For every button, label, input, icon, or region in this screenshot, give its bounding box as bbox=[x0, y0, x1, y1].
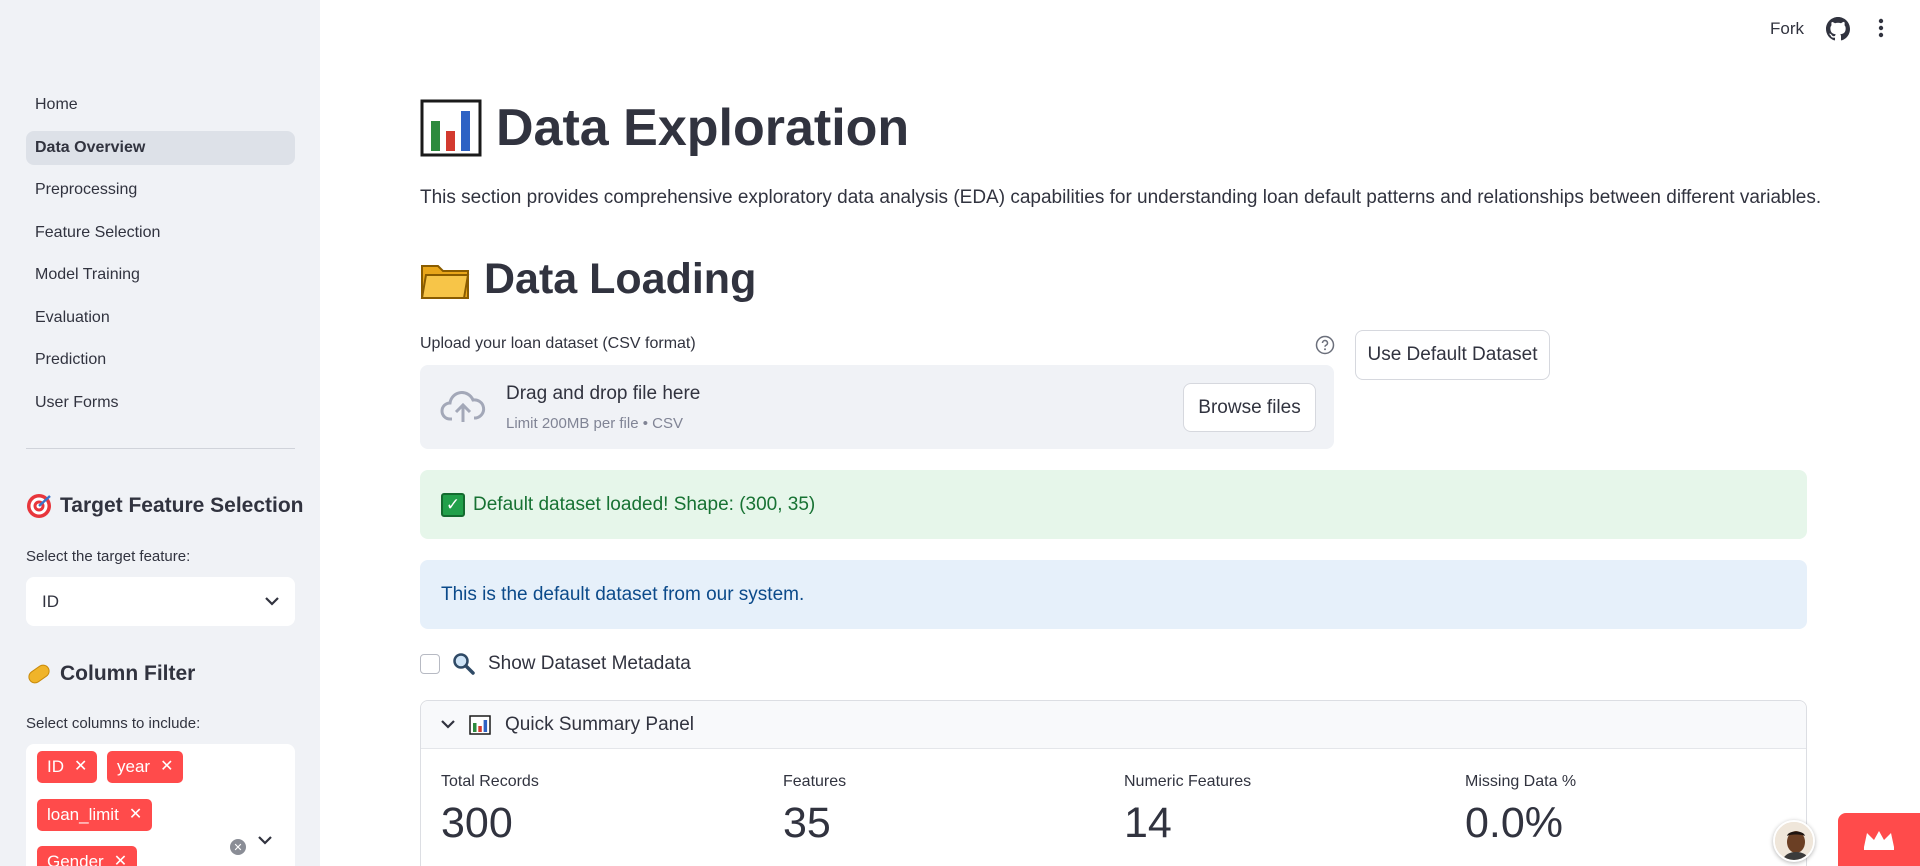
crown-icon bbox=[1864, 830, 1894, 850]
tag-label: year bbox=[117, 757, 151, 776]
metric-value: 300 bbox=[441, 799, 513, 847]
filter-label: Select columns to include: bbox=[26, 715, 201, 732]
nav-item-home[interactable]: Home bbox=[26, 88, 295, 122]
nav-item-model-training[interactable]: Model Training bbox=[26, 258, 295, 292]
tag-label: ID bbox=[47, 757, 64, 776]
success-alert: ✓ Default dataset loaded! Shape: (300, 3… bbox=[420, 470, 1807, 539]
chevron-down-icon bbox=[441, 720, 455, 729]
metric-missing-data: Missing Data % 0.0% bbox=[1465, 773, 1576, 848]
github-icon[interactable] bbox=[1826, 17, 1850, 41]
target-heading: Target Feature Selection bbox=[26, 493, 304, 519]
tag-label: Gender bbox=[47, 852, 104, 866]
metric-label: Numeric Features bbox=[1124, 773, 1252, 790]
pill-icon bbox=[28, 664, 50, 684]
metadata-checkbox-row[interactable]: Show Dataset Metadata bbox=[420, 652, 691, 676]
tag-label: loan_limit bbox=[47, 805, 119, 824]
main-content: Data Exploration This section provides c… bbox=[420, 0, 1821, 866]
metric-label: Missing Data % bbox=[1465, 773, 1577, 790]
metric-value: 14 bbox=[1124, 799, 1172, 847]
remove-tag-icon[interactable]: ✕ bbox=[129, 807, 142, 823]
nav-item-feature-selection[interactable]: Feature Selection bbox=[26, 216, 295, 250]
metric-numeric-features: Numeric Features 14 bbox=[1124, 773, 1251, 848]
tag-loan-limit: loan_limit ✕ bbox=[37, 799, 153, 831]
folder-icon bbox=[420, 264, 470, 299]
section-title-text: Data Loading bbox=[484, 255, 757, 303]
section-title: Data Loading bbox=[420, 255, 756, 304]
metadata-checkbox-label: Show Dataset Metadata bbox=[488, 653, 691, 674]
nav-item-prediction[interactable]: Prediction bbox=[26, 343, 295, 377]
use-default-dataset-button[interactable]: Use Default Dataset bbox=[1355, 330, 1550, 380]
nav-item-preprocessing[interactable]: Preprocessing bbox=[26, 173, 295, 207]
target-select-value: ID bbox=[42, 591, 59, 611]
nav-item-evaluation[interactable]: Evaluation bbox=[26, 301, 295, 335]
tag-year: year ✕ bbox=[107, 751, 184, 783]
filter-heading-text: Column Filter bbox=[60, 662, 196, 685]
metadata-checkbox[interactable] bbox=[420, 654, 440, 674]
clear-all-icon[interactable]: ✕ bbox=[230, 839, 246, 855]
streamlit-badge[interactable] bbox=[1838, 813, 1920, 866]
bar-chart-icon bbox=[469, 714, 491, 735]
sidebar: Home Data Overview Preprocessing Feature… bbox=[0, 0, 320, 866]
upload-label: Upload your loan dataset (CSV format) bbox=[420, 335, 696, 352]
info-text: This is the default dataset from our sys… bbox=[441, 583, 805, 605]
chevron-down-icon[interactable] bbox=[258, 836, 272, 845]
help-icon[interactable] bbox=[1315, 335, 1335, 355]
intro-text: This section provides comprehensive expl… bbox=[420, 187, 1822, 208]
browse-files-button[interactable]: Browse files bbox=[1183, 383, 1316, 432]
page-title: Data Exploration bbox=[420, 98, 909, 158]
metric-total-records: Total Records 300 bbox=[441, 773, 539, 848]
target-heading-text: Target Feature Selection bbox=[60, 494, 304, 517]
page-title-text: Data Exploration bbox=[496, 99, 910, 157]
remove-tag-icon[interactable]: ✕ bbox=[160, 759, 173, 775]
chevron-down-icon bbox=[265, 597, 279, 606]
info-alert: This is the default dataset from our sys… bbox=[420, 560, 1807, 629]
nav-item-user-forms[interactable]: User Forms bbox=[26, 386, 295, 420]
sidebar-divider bbox=[26, 448, 295, 449]
metric-value: 35 bbox=[783, 799, 831, 847]
dropzone-text: Drag and drop file here bbox=[506, 383, 701, 404]
cloud-upload-icon bbox=[440, 391, 486, 422]
avatar-icon bbox=[1775, 822, 1813, 860]
success-text: Default dataset loaded! Shape: (300, 35) bbox=[473, 493, 816, 515]
target-icon bbox=[27, 494, 51, 518]
remove-tag-icon[interactable]: ✕ bbox=[74, 759, 87, 775]
check-mark-icon: ✓ bbox=[441, 492, 465, 517]
quick-summary-expander: Quick Summary Panel Total Records 300 Fe… bbox=[420, 700, 1807, 866]
columns-multiselect[interactable]: ID ✕ year ✕ loan_limit ✕ Gender ✕ ✕ bbox=[26, 744, 295, 866]
creator-avatar[interactable] bbox=[1773, 820, 1815, 862]
dropzone-limit: Limit 200MB per file • CSV bbox=[506, 415, 683, 432]
file-dropzone[interactable]: Drag and drop file here Limit 200MB per … bbox=[420, 365, 1334, 449]
target-label: Select the target feature: bbox=[26, 548, 191, 565]
filter-heading: Column Filter bbox=[26, 661, 195, 687]
expander-title: Quick Summary Panel bbox=[505, 713, 695, 735]
tag-gender: Gender ✕ bbox=[37, 846, 138, 866]
nav-item-data-overview[interactable]: Data Overview bbox=[26, 130, 295, 165]
sidebar-nav: Home Data Overview Preprocessing Feature… bbox=[26, 88, 295, 428]
metric-label: Total Records bbox=[441, 773, 539, 790]
target-select[interactable]: ID bbox=[26, 577, 295, 626]
metric-label: Features bbox=[783, 773, 847, 790]
metric-value: 0.0% bbox=[1465, 799, 1564, 847]
metric-features: Features 35 bbox=[783, 773, 846, 848]
bar-chart-icon bbox=[420, 99, 482, 157]
magnifier-icon bbox=[453, 653, 475, 675]
kebab-menu-icon[interactable] bbox=[1870, 17, 1892, 39]
expander-header[interactable]: Quick Summary Panel bbox=[421, 701, 1806, 749]
tag-id: ID ✕ bbox=[37, 751, 98, 783]
remove-tag-icon[interactable]: ✕ bbox=[114, 854, 127, 866]
